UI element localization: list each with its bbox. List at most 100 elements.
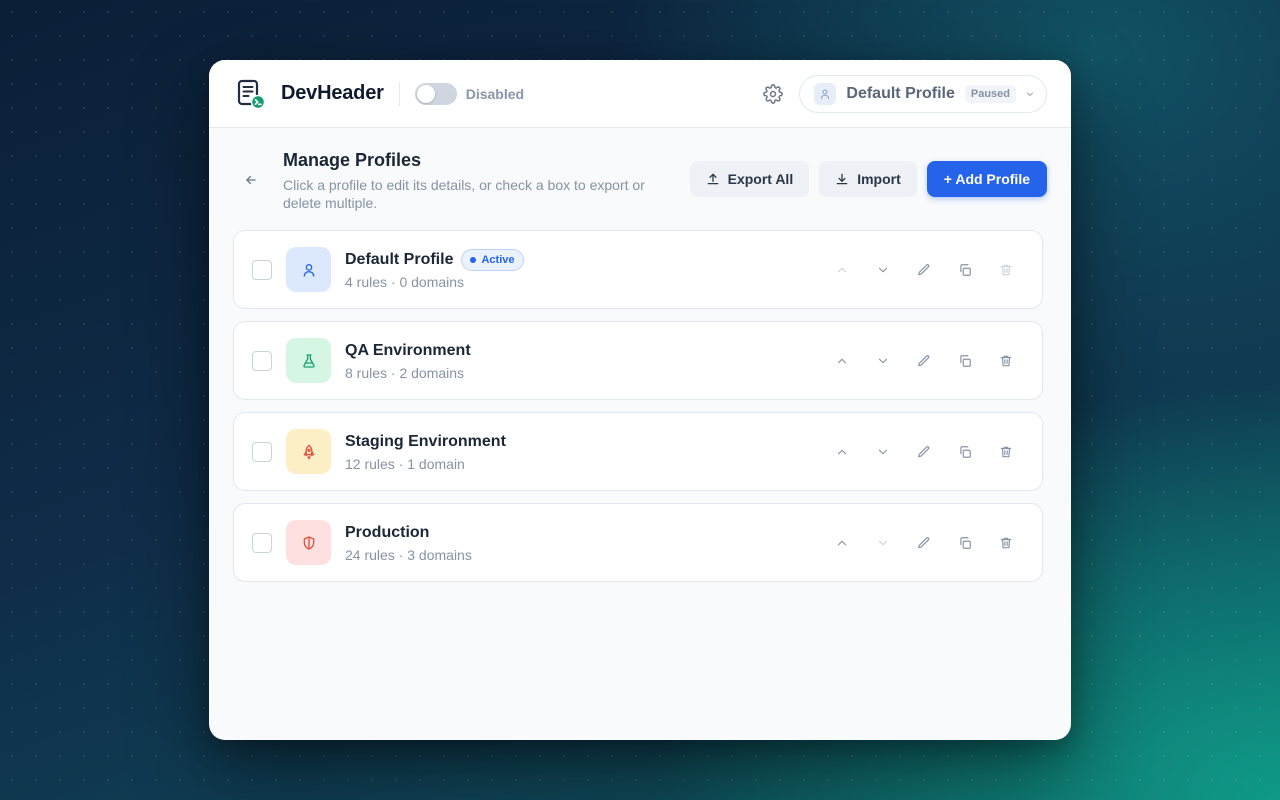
paused-badge: Paused <box>964 84 1016 103</box>
page-subtitle: Click a profile to edit its details, or … <box>283 177 645 211</box>
move-down-button[interactable] <box>867 436 899 468</box>
edit-button[interactable] <box>908 436 940 468</box>
profile-icon-tile <box>286 338 331 383</box>
pencil-icon <box>918 536 930 548</box>
chevron-down-icon <box>1024 88 1036 100</box>
pencil-icon <box>918 263 930 275</box>
duplicate-button[interactable] <box>949 345 981 377</box>
profile-list: Default Profile Active 4 rules · 0 domai… <box>233 230 1043 594</box>
shield-icon <box>303 535 314 550</box>
extension-window: DevHeader Disabled Default Profile Pause… <box>209 60 1071 740</box>
move-down-button[interactable] <box>867 254 899 286</box>
profile-select-checkbox[interactable] <box>252 441 272 462</box>
chevron-up-icon <box>837 540 847 545</box>
profile-icon-tile <box>286 520 331 565</box>
add-profile-label: + Add Profile <box>943 171 1030 187</box>
profile-row-qa[interactable]: QA Environment 8 rules · 2 domains <box>233 321 1043 400</box>
active-dot <box>470 257 477 263</box>
profile-name: Default Profile <box>345 251 454 268</box>
chevron-down-icon <box>878 267 888 272</box>
profile-select-checkbox[interactable] <box>252 532 272 553</box>
export-all-label: Export All <box>727 171 794 187</box>
delete-button[interactable] <box>990 436 1022 468</box>
profile-meta: 12 rules · 1 domain <box>345 456 465 472</box>
profile-select-checkbox[interactable] <box>252 350 272 371</box>
page-header: Manage Profiles Click a profile to edit … <box>209 128 1071 228</box>
export-all-button[interactable]: Export All <box>689 161 810 197</box>
profile-selector-name: Default Profile <box>846 84 955 102</box>
profile-select-checkbox[interactable] <box>252 259 272 280</box>
profile-selector[interactable]: Default Profile Paused <box>799 74 1047 113</box>
profile-meta: 24 rules · 3 domains <box>345 547 472 563</box>
trash-icon <box>1000 446 1012 457</box>
header-actions: Export All Import + Add Profile <box>689 161 1047 197</box>
active-badge-label: Active <box>481 254 515 266</box>
move-up-button[interactable] <box>826 254 858 286</box>
trash-icon <box>1000 355 1012 366</box>
copy-icon <box>960 536 971 549</box>
gear-icon <box>763 83 784 104</box>
edit-button[interactable] <box>908 345 940 377</box>
move-up-button[interactable] <box>826 527 858 559</box>
rocket-icon <box>303 444 314 459</box>
delete-button[interactable] <box>990 254 1022 286</box>
toggle-status-label: Disabled <box>465 85 525 102</box>
chevron-down-icon <box>878 540 888 545</box>
move-down-button[interactable] <box>867 527 899 559</box>
profile-icon-tile <box>286 429 331 474</box>
trash-icon <box>1000 537 1012 548</box>
upload-icon <box>707 173 718 185</box>
download-icon <box>836 173 848 185</box>
profile-name: Staging Environment <box>345 433 506 450</box>
enable-toggle[interactable] <box>414 82 457 105</box>
back-button[interactable] <box>239 168 263 192</box>
user-icon <box>821 88 830 99</box>
row-actions <box>826 436 1022 468</box>
copy-icon <box>960 263 971 276</box>
move-up-button[interactable] <box>826 345 858 377</box>
chevron-up-icon <box>837 267 847 272</box>
profile-row-staging[interactable]: Staging Environment 12 rules · 1 domain <box>233 412 1043 491</box>
duplicate-button[interactable] <box>949 436 981 468</box>
profile-name: Production <box>345 524 430 541</box>
duplicate-button[interactable] <box>949 527 981 559</box>
profile-row-default[interactable]: Default Profile Active 4 rules · 0 domai… <box>233 230 1043 309</box>
chevron-down-icon <box>878 358 888 363</box>
profile-name: QA Environment <box>345 342 471 359</box>
edit-button[interactable] <box>908 254 940 286</box>
app-logo-icon <box>237 79 266 109</box>
row-actions <box>826 254 1022 286</box>
trash-icon <box>1000 264 1012 275</box>
chevron-down-icon <box>878 449 888 454</box>
toggle-knob <box>416 84 435 103</box>
profile-icon-tile <box>286 247 331 292</box>
arrow-left-icon <box>246 175 256 185</box>
row-actions <box>826 527 1022 559</box>
profile-selector-avatar <box>814 82 837 105</box>
pencil-icon <box>918 354 930 366</box>
top-bar: DevHeader Disabled Default Profile Pause… <box>209 60 1071 128</box>
duplicate-button[interactable] <box>949 254 981 286</box>
move-down-button[interactable] <box>867 345 899 377</box>
import-label: Import <box>857 171 901 187</box>
page-title: Manage Profiles <box>283 150 422 170</box>
copy-icon <box>960 445 971 458</box>
profile-meta: 8 rules · 2 domains <box>345 365 465 381</box>
delete-button[interactable] <box>990 345 1022 377</box>
chevron-up-icon <box>837 358 847 363</box>
app-name: DevHeader <box>281 82 384 104</box>
copy-icon <box>960 354 971 367</box>
row-actions <box>826 345 1022 377</box>
profile-meta: 4 rules · 0 domains <box>345 274 465 290</box>
chevron-up-icon <box>837 449 847 454</box>
import-button[interactable]: Import <box>819 161 917 197</box>
move-up-button[interactable] <box>826 436 858 468</box>
settings-button[interactable] <box>753 74 793 114</box>
pencil-icon <box>918 445 930 457</box>
add-profile-button[interactable]: + Add Profile <box>926 161 1047 197</box>
flask-icon <box>302 353 315 368</box>
delete-button[interactable] <box>990 527 1022 559</box>
edit-button[interactable] <box>908 527 940 559</box>
profile-row-production[interactable]: Production 24 rules · 3 domains <box>233 503 1043 582</box>
header-divider <box>398 81 400 106</box>
